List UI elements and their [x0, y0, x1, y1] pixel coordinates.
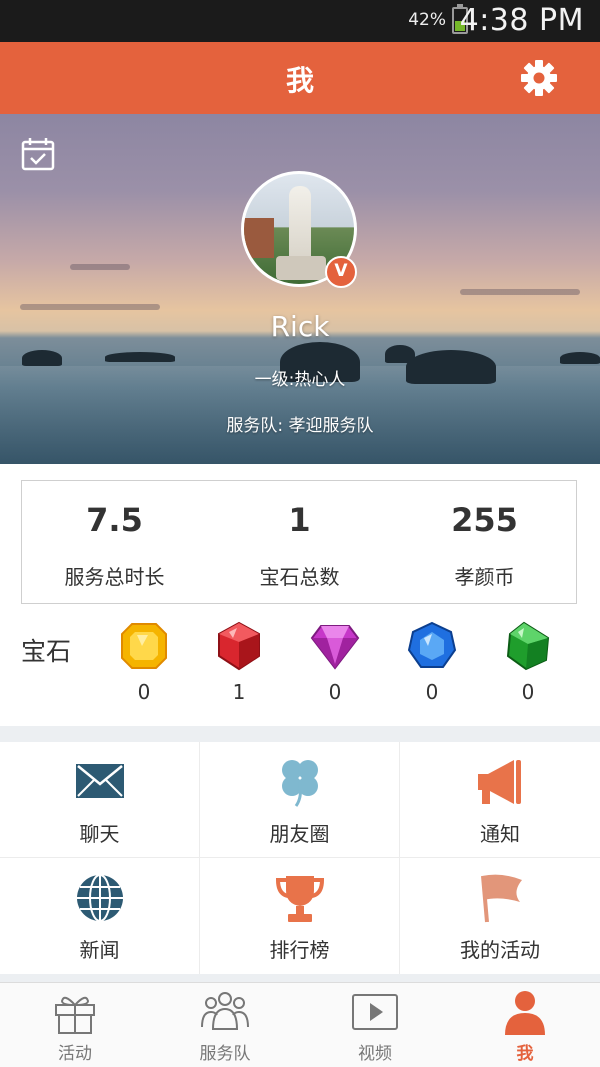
menu-item-chat[interactable]: 聊天 [0, 742, 200, 858]
menu-label: 聊天 [79, 822, 120, 846]
envelope-icon [76, 764, 124, 798]
menu-item-my-activities[interactable]: 我的活动 [400, 858, 600, 974]
avatar-pedestal [276, 256, 326, 280]
nav-tab-activities[interactable]: 活动 [0, 983, 150, 1067]
stat-label: 服务总时长 [64, 565, 165, 589]
gem-count: 0 [425, 680, 439, 704]
trophy-icon [275, 876, 325, 922]
stat-service-hours[interactable]: 7.5 服务总时长 [22, 481, 207, 603]
green-gem-icon [506, 621, 550, 671]
user-team: 服务队: 孝迎服务队 [226, 416, 374, 436]
nav-tab-me[interactable]: 我 [450, 983, 600, 1067]
red-gem-icon [218, 621, 260, 671]
nav-label: 服务队 [199, 1044, 251, 1064]
nav-tab-video[interactable]: 视频 [300, 983, 450, 1067]
cloud [460, 289, 580, 295]
megaphone-icon [478, 760, 521, 804]
menu-item-ranking[interactable]: 排行榜 [200, 858, 400, 974]
nav-label: 活动 [58, 1044, 92, 1064]
gem-count: 0 [328, 680, 342, 704]
menu-label: 我的活动 [460, 938, 540, 962]
gift-icon [55, 996, 95, 1034]
gem-count: 1 [232, 680, 246, 704]
globe-icon [77, 874, 123, 922]
menu-label: 朋友圈 [269, 822, 330, 846]
cloud [70, 264, 130, 270]
user-level: 一级:热心人 [254, 370, 346, 390]
stat-coins[interactable]: 255 孝颜币 [392, 481, 577, 603]
team-icon [201, 992, 249, 1030]
flag-icon [481, 874, 522, 923]
section-divider [0, 974, 600, 982]
user-name: Rick [270, 310, 330, 343]
bottom-nav: 活动 服务队 视频 我 [0, 982, 600, 1067]
gem-count: 0 [137, 680, 151, 704]
nav-label: 我 [516, 1044, 534, 1064]
app-header: 我 [0, 42, 600, 114]
calendar-check-icon [21, 138, 55, 171]
menu-label: 新闻 [79, 938, 120, 962]
stat-value: 1 [288, 501, 311, 539]
stat-label: 孝颜币 [454, 565, 515, 589]
stat-value: 7.5 [86, 501, 143, 539]
purple-diamond-icon [310, 625, 360, 670]
menu-item-notice[interactable]: 通知 [400, 742, 600, 858]
rock [105, 352, 175, 362]
stat-gem-total[interactable]: 1 宝石总数 [207, 481, 392, 603]
rock [560, 352, 600, 364]
section-divider [0, 726, 600, 742]
nav-label: 视频 [358, 1044, 392, 1064]
gem-red: 1 [209, 620, 269, 710]
menu-item-moments[interactable]: 朋友圈 [200, 742, 400, 858]
check-in-button[interactable] [20, 136, 56, 172]
verified-badge: V [325, 256, 357, 288]
clover-icon [282, 760, 318, 807]
gem-yellow: 0 [114, 620, 174, 710]
menu-item-news[interactable]: 新闻 [0, 858, 200, 974]
profile-banner: V Rick 一级:热心人 服务队: 孝迎服务队 [0, 114, 600, 464]
menu-label: 通知 [480, 822, 520, 846]
gem-green: 0 [498, 620, 558, 710]
stats-panel: 7.5 服务总时长 1 宝石总数 255 孝颜币 [21, 480, 577, 604]
yellow-gem-icon [121, 623, 167, 669]
status-bar: 42% 4:38 PM [0, 0, 600, 42]
page-title: 我 [285, 64, 314, 97]
avatar-statue [289, 186, 311, 264]
avatar-building [244, 218, 274, 258]
menu-label: 排行榜 [269, 938, 330, 962]
nav-tab-team[interactable]: 服务队 [150, 983, 300, 1067]
gear-icon [521, 60, 557, 96]
gem-count: 0 [521, 680, 535, 704]
menu-grid: 聊天 朋友圈 通知 新闻 排行榜 我的活动 [0, 742, 600, 974]
stat-value: 255 [451, 501, 518, 539]
clock: 4:38 PM [459, 3, 584, 38]
battery-percent: 42% [408, 10, 446, 30]
rock [22, 350, 62, 366]
gem-purple: 0 [305, 620, 365, 710]
stat-label: 宝石总数 [259, 565, 340, 589]
settings-button[interactable] [518, 57, 560, 99]
video-icon [352, 994, 398, 1030]
gems-title: 宝石 [21, 637, 72, 666]
blue-gem-icon [407, 621, 457, 668]
gem-blue: 0 [402, 620, 462, 710]
person-icon [505, 991, 545, 1035]
